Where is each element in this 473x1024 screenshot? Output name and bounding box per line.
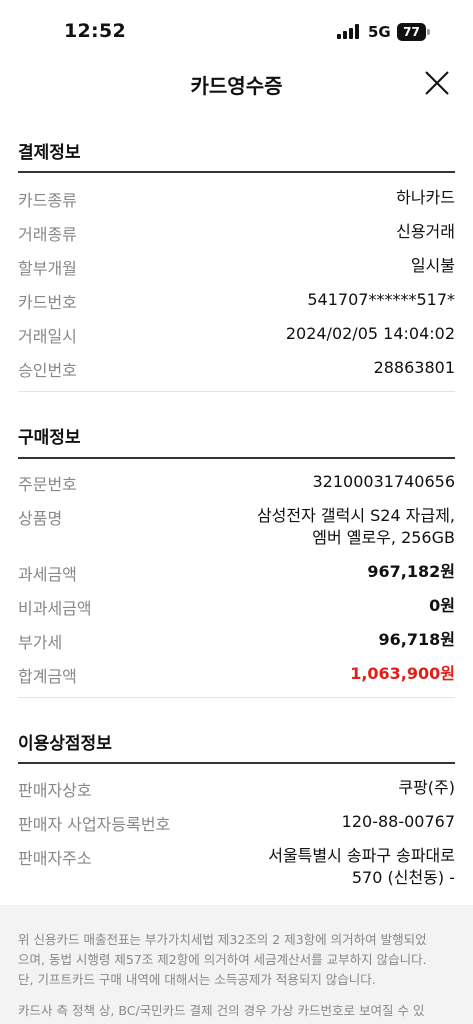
row-value: 541707******517* [307,290,455,309]
payment-info-section: 결제정보 [18,138,455,163]
section-divider [18,171,455,173]
info-row-product-name: 상품명 삼성전자 갤럭시 S24 자급제, 엠버 옐로우, 256GB [18,505,455,549]
page-title: 카드영수증 [190,74,283,98]
row-value: 967,182원 [367,562,455,581]
section-divider [18,457,455,459]
notice-line: 위 신용카드 매출전표는 부가가치세법 제32조의 2 제3항에 의거하여 발행… [18,932,427,947]
purchase-info-section: 구매정보 [18,423,455,448]
row-value: 삼성전자 갤럭시 S24 자급제, 엠버 옐로우, 256GB [257,505,455,549]
row-value: 서울특별시 송파구 송파대로 570 (신천동) - [268,845,455,889]
row-label: 비과세금액 [18,599,92,618]
row-value: 96,718원 [378,630,455,649]
row-label: 승인번호 [18,361,77,380]
product-name-line-1: 삼성전자 갤럭시 S24 자급제, [256,506,455,525]
row-label: 부가세 [18,633,63,652]
row-value: 28863801 [373,358,455,377]
network-type: 5G [368,23,391,41]
row-label: 거래일시 [18,327,77,346]
battery-level: 77 [397,23,426,41]
row-label: 판매자 사업자등록번호 [18,815,171,834]
merchant-info-section: 이용상점정보 [18,729,455,754]
row-label: 상품명 [18,509,63,528]
row-value: 0원 [429,596,455,615]
row-value: 120-88-00767 [341,812,455,831]
row-value: 신용거래 [396,222,455,241]
row-label: 카드번호 [18,293,77,312]
notice-line: 으며, 동법 시행령 제57조 제2항에 의거하여 세금계산서를 교부하지 않습… [18,952,427,967]
row-value: 하나카드 [396,188,455,207]
info-row-merchant-address: 판매자주소 서울특별시 송파구 송파대로 570 (신천동) - [18,845,455,889]
notice-text: 위 신용카드 매출전표는 부가가치세법 제32조의 2 제3항에 의거하여 발행… [18,930,458,990]
section-title-merchant: 이용상점정보 [18,734,112,754]
cellular-signal-icon [337,24,361,39]
status-bar: 12:52 5G 77 [0,0,473,64]
row-value: 일시불 [410,256,455,275]
row-value: 쿠팡(주) [398,778,455,797]
battery-icon: 77 [397,23,430,41]
section-divider [18,762,455,764]
row-label: 할부개월 [18,259,77,278]
notice-line: 카드사 측 정책 상, BC/국민카드 결제 건의 경우 가상 카드번호로 보여… [18,1003,425,1018]
address-line-1: 서울특별시 송파구 송파대로 [268,846,455,865]
address-line-2: 570 (신천동) - [351,868,455,887]
product-name-line-2: 엠버 옐로우, 256GB [312,528,455,547]
row-label: 판매자주소 [18,849,92,868]
notice-line: 단, 기프트카드 구매 내역에 대해서는 소득공제가 적용되지 않습니다. [18,972,376,987]
row-label: 카드종류 [18,191,77,210]
row-value: 2024/02/05 14:04:02 [285,324,455,343]
row-label: 합계금액 [18,667,77,686]
section-title-purchase: 구매정보 [18,428,81,448]
row-label: 판매자상호 [18,781,92,800]
row-label: 거래종류 [18,225,77,244]
section-separator [18,697,455,698]
close-icon [425,71,449,95]
row-label: 주문번호 [18,475,77,494]
total-amount-value: 1,063,900원 [350,664,455,683]
section-title-payment: 결제정보 [18,143,81,163]
notice-text-2: 카드사 측 정책 상, BC/국민카드 결제 건의 경우 가상 카드번호로 보여… [18,1001,458,1021]
section-separator [18,391,455,392]
close-button[interactable] [424,70,450,96]
row-label: 과세금액 [18,565,77,584]
row-value: 32100031740656 [312,472,455,491]
status-time: 12:52 [64,20,126,42]
